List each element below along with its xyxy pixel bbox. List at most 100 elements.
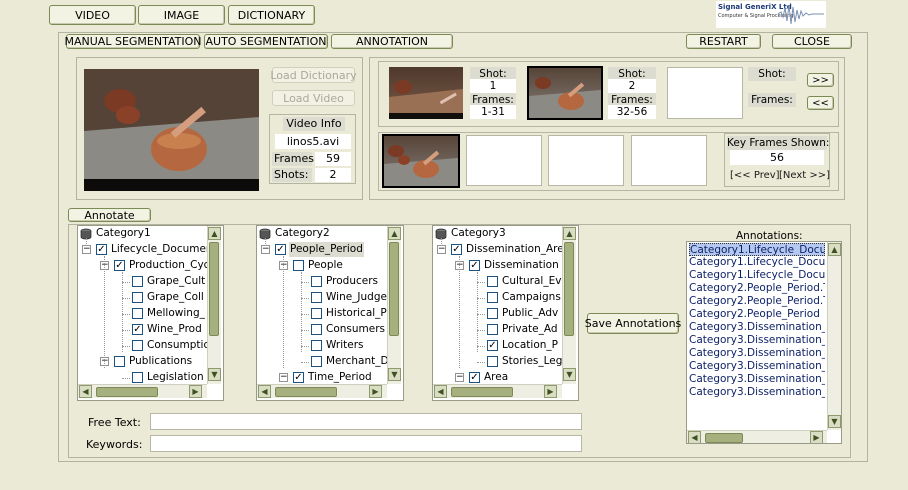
load-dictionary-button[interactable]: Load Dictionary [270, 67, 357, 83]
tree-item-checkbox[interactable]: ✓ [469, 260, 480, 271]
tree-item-checkbox[interactable] [293, 260, 304, 271]
tree-item-label[interactable]: Lifecycle_Documen [110, 242, 214, 257]
scroll-up-arrow-icon[interactable]: ▲ [563, 227, 576, 240]
tree-hscroll-thumb[interactable] [96, 387, 158, 397]
tree-item-checkbox[interactable] [311, 308, 322, 319]
keywords-input[interactable] [150, 435, 582, 452]
tree-vscroll-thumb[interactable] [389, 242, 399, 336]
tree-vscroll-thumb[interactable] [209, 242, 219, 336]
annotation-item[interactable]: Category2.People_Period.Tin [689, 295, 825, 308]
annotation-item[interactable]: Category1.Lifecycle_Docum [689, 269, 825, 282]
tree-hscrollbar[interactable]: ◀ ▶ [257, 384, 387, 398]
annotation-item[interactable]: Category3.Dissemination_Ar [689, 373, 825, 386]
annotation-button[interactable]: ANNOTATION [331, 34, 453, 49]
tree-item-checkbox[interactable] [311, 324, 322, 335]
tree-item-label[interactable]: Location_P [501, 338, 559, 353]
scroll-left-arrow-icon[interactable]: ◀ [434, 385, 447, 398]
tree-item-checkbox[interactable]: ✓ [275, 244, 286, 255]
load-video-button[interactable]: Load Video [272, 90, 355, 106]
tree-item-checkbox[interactable] [311, 276, 322, 287]
tree-item-label[interactable]: People [307, 258, 344, 273]
tree-item-label[interactable]: Wine_Judge [325, 290, 388, 305]
tree-item-label[interactable]: Mellowing_ [146, 306, 206, 321]
scroll-right-arrow-icon[interactable]: ▶ [810, 431, 823, 443]
tree-item-checkbox[interactable] [132, 276, 143, 287]
annotation-item[interactable]: Category2.People_Period.Tin [689, 282, 825, 295]
scroll-right-arrow-icon[interactable]: ▶ [189, 385, 202, 398]
shot-thumbnail-3[interactable] [667, 67, 743, 119]
tree-item-checkbox[interactable]: ✓ [114, 260, 125, 271]
scroll-down-arrow-icon[interactable]: ▼ [208, 368, 221, 381]
shots-prev-button[interactable]: << [807, 96, 834, 110]
tree-item-checkbox[interactable]: ✓ [96, 244, 107, 255]
tree-item-checkbox[interactable] [487, 308, 498, 319]
auto-segmentation-button[interactable]: AUTO SEGMENTATION [204, 34, 328, 49]
annotations-vscrollbar[interactable]: ▲ ▼ [827, 242, 841, 430]
tree-item-checkbox[interactable] [311, 356, 322, 367]
tree-item-checkbox[interactable]: ✓ [451, 244, 462, 255]
tree-hscroll-thumb[interactable] [451, 387, 513, 397]
tree-item-label[interactable]: Production_Cyc [128, 258, 210, 273]
tree-item-checkbox[interactable] [487, 276, 498, 287]
tree-item-label[interactable]: Private_Ad [501, 322, 559, 337]
tree-vscroll-thumb[interactable] [564, 242, 574, 336]
scroll-up-arrow-icon[interactable]: ▲ [208, 227, 221, 240]
tree-item-label[interactable]: Merchant_D [325, 354, 390, 369]
category2-tree[interactable]: Category2− ✓ People_Period − People Producers… [256, 225, 404, 401]
tree-item-checkbox[interactable]: ✓ [132, 324, 143, 335]
tree-item-label[interactable]: Area [483, 370, 509, 385]
tree-item-checkbox[interactable] [114, 356, 125, 367]
tree-root-label[interactable]: Category3 [451, 226, 506, 241]
tree-vscrollbar[interactable]: ▲ ▼ [387, 226, 401, 384]
tree-root-label[interactable]: Category2 [275, 226, 330, 241]
scroll-right-arrow-icon[interactable]: ▶ [544, 385, 557, 398]
annotation-item[interactable]: Category3.Dissemination_Ar [689, 360, 825, 373]
tree-hscroll-thumb[interactable] [275, 387, 337, 397]
shot-thumbnail-1[interactable] [389, 67, 463, 119]
tree-item-checkbox[interactable] [311, 340, 322, 351]
shots-next-button[interactable]: >> [807, 73, 834, 87]
scroll-down-arrow-icon[interactable]: ▼ [563, 368, 576, 381]
tree-item-checkbox[interactable]: ✓ [487, 340, 498, 351]
tree-item-checkbox[interactable] [487, 324, 498, 335]
keyframe-thumbnail-3[interactable] [548, 135, 624, 186]
annotation-item[interactable]: Category1.Lifecycle_Docum [689, 243, 825, 256]
category1-tree[interactable]: Category1− ✓ Lifecycle_Documen − ✓ Production… [77, 225, 224, 401]
tree-item-label[interactable]: Cultural_Ev [501, 274, 562, 289]
tree-collapse-icon[interactable]: − [261, 245, 270, 254]
category3-tree[interactable]: Category3− ✓ Dissemination_Area − ✓ Dissemina… [432, 225, 579, 401]
manual-segmentation-button[interactable]: MANUAL SEGMENTATION [65, 34, 201, 49]
image-tab-button[interactable]: IMAGE [138, 5, 225, 25]
tree-item-checkbox[interactable] [132, 308, 143, 319]
keyframe-thumbnail-4[interactable] [631, 135, 707, 186]
annotation-item[interactable]: Category1.Lifecycle_Docum [689, 256, 825, 269]
tree-collapse-icon[interactable]: − [437, 245, 446, 254]
tree-hscrollbar[interactable]: ◀ ▶ [78, 384, 207, 398]
keyframe-thumbnail-1[interactable] [382, 134, 460, 188]
free-text-input[interactable] [150, 413, 582, 430]
tree-item-label[interactable]: Grape_Coll [146, 290, 205, 305]
tree-item-checkbox[interactable] [132, 372, 143, 383]
annotation-item[interactable]: Category2.People_Period [689, 308, 825, 321]
tree-item-checkbox[interactable] [132, 292, 143, 303]
scroll-down-arrow-icon[interactable]: ▼ [828, 415, 841, 428]
annotations-hscroll-thumb[interactable] [705, 433, 743, 443]
tree-vscrollbar[interactable]: ▲ ▼ [207, 226, 221, 384]
shot-thumbnail-2[interactable] [527, 66, 603, 120]
annotation-item[interactable]: Category3.Dissemination_Ar [689, 347, 825, 360]
annotations-hscrollbar[interactable]: ◀ ▶ [687, 430, 827, 443]
tree-hscrollbar[interactable]: ◀ ▶ [433, 384, 562, 398]
tree-collapse-icon[interactable]: − [82, 245, 91, 254]
tree-item-label[interactable]: Wine_Prod [146, 322, 203, 337]
tree-item-label[interactable]: Campaigns [501, 290, 562, 305]
tree-item-label[interactable]: Stories_Leg [501, 354, 563, 369]
scroll-left-arrow-icon[interactable]: ◀ [79, 385, 92, 398]
video-player[interactable] [84, 69, 259, 191]
annotation-item[interactable]: Category3.Dissemination_Ar [689, 386, 825, 399]
tree-item-label[interactable]: Public_Adv [501, 306, 559, 321]
tree-item-checkbox[interactable] [487, 356, 498, 367]
scroll-right-arrow-icon[interactable]: ▶ [369, 385, 382, 398]
video-tab-button[interactable]: VIDEO [49, 5, 136, 25]
keyframes-next-link[interactable]: [Next >>] [779, 170, 830, 181]
close-button[interactable]: CLOSE [772, 34, 852, 49]
